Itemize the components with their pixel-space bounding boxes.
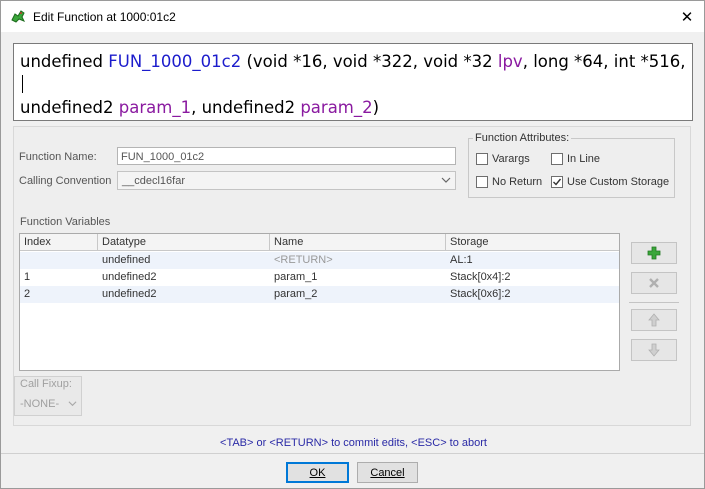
checkbox-box (476, 153, 488, 165)
cell-storage: AL:1 (450, 254, 473, 266)
cell-datatype: undefined (102, 254, 151, 266)
signature-close-paren: ) (372, 98, 380, 117)
no-return-checkbox[interactable]: No Return (476, 176, 542, 188)
varargs-checkbox[interactable]: Varargs (476, 153, 530, 165)
table-row[interactable]: 1 undefined2 param_1 Stack[0x4]:2 (20, 269, 619, 286)
param-token-1: param_1 (118, 98, 192, 117)
use-custom-storage-checkbox[interactable]: Use Custom Storage (551, 176, 669, 188)
cancel-label: Cancel (370, 466, 405, 479)
variables-table: Index Datatype Name Storage undefined <R… (19, 233, 620, 371)
param-token-lpv: lpv (497, 52, 523, 71)
move-up-button[interactable] (631, 309, 677, 331)
function-name-input[interactable]: FUN_1000_01c2 (117, 147, 456, 165)
ok-label: OK (309, 466, 326, 479)
cell-storage: Stack[0x4]:2 (450, 271, 511, 283)
delete-x-icon (649, 278, 659, 288)
calling-convention-label: Calling Convention (19, 175, 112, 187)
function-attributes-group (468, 138, 675, 198)
cell-storage: Stack[0x6]:2 (450, 288, 511, 300)
table-row[interactable]: undefined <RETURN> AL:1 (20, 252, 619, 269)
call-fixup-label: Call Fixup: (20, 378, 72, 390)
add-variable-button[interactable] (631, 242, 677, 264)
inline-checkbox[interactable]: In Line (551, 153, 600, 165)
table-row[interactable]: 2 undefined2 param_2 Stack[0x6]:2 (20, 286, 619, 303)
chevron-down-icon (441, 175, 451, 188)
window-title: Edit Function at 1000:01c2 (33, 10, 176, 24)
dragon-icon (11, 10, 26, 23)
signature-text: (void *16, void *322, void *32 (241, 52, 498, 71)
ok-button[interactable]: OK (286, 462, 349, 483)
table-header: Index Datatype Name Storage (20, 234, 619, 251)
cell-index: 1 (24, 271, 31, 283)
function-attributes-legend: Function Attributes: (473, 132, 572, 144)
close-button[interactable]: ✕ (670, 1, 704, 32)
calling-convention-select[interactable]: __cdecl16far (117, 171, 456, 190)
function-name-value: FUN_1000_01c2 (121, 151, 205, 163)
param-type: , undefined2 (191, 98, 301, 117)
cell-datatype: undefined2 (102, 288, 157, 300)
checkbox-box (551, 176, 563, 188)
column-header-name[interactable]: Name (270, 234, 446, 251)
cell-name: <RETURN> (274, 254, 333, 266)
plus-icon (647, 246, 661, 260)
calling-convention-value: __cdecl16far (122, 175, 185, 187)
inline-label: In Line (567, 153, 601, 165)
cancel-button[interactable]: Cancel (357, 462, 418, 483)
function-variables-label: Function Variables (20, 216, 111, 228)
cell-name: param_2 (274, 288, 318, 300)
edit-hint: <TAB> or <RETURN> to commit edits, <ESC>… (220, 437, 487, 449)
param-token-2: param_2 (300, 98, 373, 117)
text-caret (22, 75, 23, 93)
side-separator (629, 302, 679, 303)
column-header-datatype[interactable]: Datatype (98, 234, 270, 251)
checkmark-icon (553, 178, 562, 186)
title-bar: Edit Function at 1000:01c2 ✕ (1, 1, 704, 32)
return-type: undefined (20, 52, 109, 71)
varargs-label: Varargs (492, 153, 530, 165)
checkbox-box (476, 176, 488, 188)
move-down-button[interactable] (631, 339, 677, 361)
arrow-up-icon (648, 313, 660, 327)
chevron-down-icon (68, 401, 77, 407)
call-fixup-value: -NONE- (20, 398, 60, 410)
call-fixup-select[interactable]: -NONE- (20, 398, 77, 410)
cell-index (20, 252, 24, 269)
function-name-token: FUN_1000_01c2 (108, 52, 242, 71)
signature-text: , long *64, int *516, (522, 52, 686, 71)
delete-variable-button[interactable] (631, 272, 677, 294)
cell-datatype: undefined2 (102, 271, 157, 283)
column-header-index[interactable]: Index (20, 234, 98, 251)
cell-name: param_1 (274, 271, 318, 283)
arrow-down-icon (648, 343, 660, 357)
edit-function-dialog: Edit Function at 1000:01c2 ✕ undefined F… (0, 0, 705, 489)
signature-editor[interactable]: undefined FUN_1000_01c2 (void *16, void … (13, 43, 693, 121)
checkbox-box (551, 153, 563, 165)
close-icon: ✕ (680, 8, 694, 26)
footer-divider (1, 453, 704, 454)
column-header-storage[interactable]: Storage (446, 234, 619, 251)
no-return-label: No Return (492, 176, 543, 188)
param-type: undefined2 (20, 98, 119, 117)
use-custom-storage-label: Use Custom Storage (567, 176, 670, 188)
function-name-label: Function Name: (19, 151, 97, 163)
cell-index: 2 (24, 288, 31, 300)
